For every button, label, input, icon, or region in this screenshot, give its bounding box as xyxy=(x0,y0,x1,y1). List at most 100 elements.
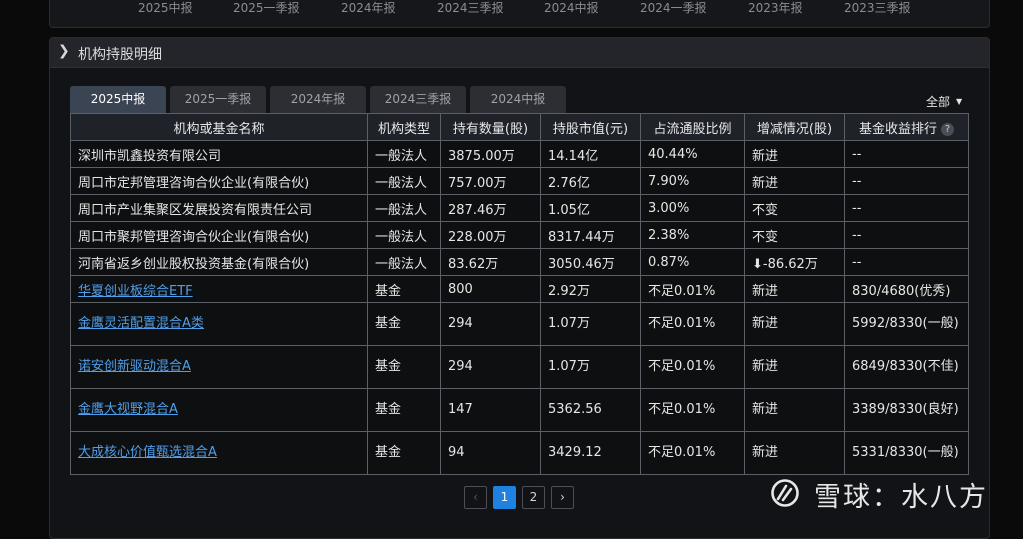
holding-qty: 294 xyxy=(440,345,541,389)
institution-type: 一般法人 xyxy=(367,248,441,276)
top-tab[interactable]: 2023三季报 xyxy=(844,0,911,16)
fund-name-cell: 华夏创业板综合ETF xyxy=(70,275,368,303)
holding-qty: 287.46万 xyxy=(440,194,541,222)
page-button-1[interactable]: 1 xyxy=(493,486,516,509)
previous-panel-tabs: 2025中报 2025一季报 2024年报 2024三季报 2024中报 202… xyxy=(50,0,989,15)
float-ratio: 3.00% xyxy=(640,194,745,222)
fund-rank: 830/4680(优秀) xyxy=(844,275,969,303)
holding-qty: 3875.00万 xyxy=(440,140,541,168)
institution-type: 基金 xyxy=(367,431,441,475)
institution-type: 一般法人 xyxy=(367,194,441,222)
holding-qty: 94 xyxy=(440,431,541,475)
watermark-text: 雪球：水八方 xyxy=(814,482,988,513)
change-status: 新进 xyxy=(744,302,845,346)
change-status: ⬇-86.62万 xyxy=(744,248,845,276)
filter-dropdown[interactable]: 全部 ▼ xyxy=(926,93,962,110)
change-amount: -86.62万 xyxy=(762,256,818,272)
fund-name-cell: 诺安创新驱动混合A xyxy=(70,345,368,389)
change-status: 不变 xyxy=(744,221,845,249)
next-page-button[interactable]: › xyxy=(551,486,574,509)
change-status: 新进 xyxy=(744,140,845,168)
fund-name-link[interactable]: 金鹰灵活配置混合A类 xyxy=(78,316,204,331)
float-ratio: 不足0.01% xyxy=(640,275,745,303)
tab-2024-annual[interactable]: 2024年报 xyxy=(270,86,366,113)
change-status: 新进 xyxy=(744,275,845,303)
table-row: 大成核心价值甄选混合A 基金 94 3429.12 不足0.01% 新进 533… xyxy=(70,431,969,475)
float-ratio: 7.90% xyxy=(640,167,745,195)
institution-holdings-panel: ❯ 机构持股明细 2025中报 2025一季报 2024年报 2024三季报 2… xyxy=(49,37,990,539)
fund-rank: 5331/8330(一般) xyxy=(844,431,969,475)
float-ratio: 不足0.01% xyxy=(640,345,745,389)
fund-name-cell: 金鹰灵活配置混合A类 xyxy=(70,302,368,346)
holding-value: 2.76亿 xyxy=(540,167,641,195)
holding-qty: 294 xyxy=(440,302,541,346)
xueqiu-logo-icon xyxy=(771,479,799,507)
institution-type: 一般法人 xyxy=(367,140,441,168)
holding-value: 3429.12 xyxy=(540,431,641,475)
col-header-change: 增减情况(股) xyxy=(744,113,845,141)
change-status: 新进 xyxy=(744,345,845,389)
table-row: 华夏创业板综合ETF 基金 800 2.92万 不足0.01% 新进 830/4… xyxy=(70,275,969,303)
fund-rank: -- xyxy=(844,167,969,195)
table-row: 周口市聚邦管理咨询合伙企业(有限合伙) 一般法人 228.00万 8317.44… xyxy=(70,221,969,249)
institution-type: 基金 xyxy=(367,345,441,389)
table-row: 深圳市凯鑫投资有限公司 一般法人 3875.00万 14.14亿 40.44% … xyxy=(70,140,969,168)
fund-name-link[interactable]: 大成核心价值甄选混合A xyxy=(78,445,217,460)
top-tab[interactable]: 2024年报 xyxy=(341,0,396,16)
col-header-name: 机构或基金名称 xyxy=(70,113,368,141)
holding-value: 5362.56 xyxy=(540,388,641,432)
institution-type: 基金 xyxy=(367,275,441,303)
arrow-down-icon: ⬇ xyxy=(752,256,763,272)
caret-down-icon: ▼ xyxy=(956,97,963,106)
fund-rank: 5992/8330(一般) xyxy=(844,302,969,346)
holding-value: 14.14亿 xyxy=(540,140,641,168)
holding-value: 1.05亿 xyxy=(540,194,641,222)
prev-page-button[interactable]: ‹ xyxy=(464,486,487,509)
holding-qty: 228.00万 xyxy=(440,221,541,249)
holding-qty: 757.00万 xyxy=(440,167,541,195)
fund-name-link[interactable]: 金鹰大视野混合A xyxy=(78,402,178,417)
holding-qty: 83.62万 xyxy=(440,248,541,276)
float-ratio: 不足0.01% xyxy=(640,431,745,475)
top-tab[interactable]: 2025中报 xyxy=(138,0,193,16)
change-status: 新进 xyxy=(744,388,845,432)
top-tab[interactable]: 2024中报 xyxy=(544,0,599,16)
col-header-ratio: 占流通股比例 xyxy=(640,113,745,141)
page-button-2[interactable]: 2 xyxy=(522,486,545,509)
panel-header: ❯ 机构持股明细 xyxy=(50,38,989,68)
tab-2025-q1[interactable]: 2025一季报 xyxy=(170,86,266,113)
top-tab[interactable]: 2023年报 xyxy=(748,0,803,16)
tab-2025-interim[interactable]: 2025中报 xyxy=(70,86,166,113)
tab-2024-q3[interactable]: 2024三季报 xyxy=(370,86,466,113)
float-ratio: 不足0.01% xyxy=(640,302,745,346)
table-row: 河南省返乡创业股权投资基金(有限合伙) 一般法人 83.62万 3050.46万… xyxy=(70,248,969,276)
fund-name-link[interactable]: 华夏创业板综合ETF xyxy=(78,284,193,299)
col-header-value: 持股市值(元) xyxy=(540,113,641,141)
col-header-qty: 持有数量(股) xyxy=(440,113,541,141)
fund-name-cell: 大成核心价值甄选混合A xyxy=(70,431,368,475)
holding-value: 2.92万 xyxy=(540,275,641,303)
fund-rank: -- xyxy=(844,140,969,168)
holding-value: 1.07万 xyxy=(540,302,641,346)
float-ratio: 0.87% xyxy=(640,248,745,276)
institution-name: 河南省返乡创业股权投资基金(有限合伙) xyxy=(70,248,368,276)
fund-name-link[interactable]: 诺安创新驱动混合A xyxy=(78,359,191,374)
tab-2024-interim[interactable]: 2024中报 xyxy=(470,86,566,113)
filter-label: 全部 xyxy=(926,95,951,109)
holding-value: 1.07万 xyxy=(540,345,641,389)
change-status: 新进 xyxy=(744,167,845,195)
previous-panel-strip: 2025中报 2025一季报 2024年报 2024三季报 2024中报 202… xyxy=(49,0,990,28)
top-tab[interactable]: 2025一季报 xyxy=(233,0,300,16)
col-header-rank: 基金收益排行? xyxy=(844,113,969,141)
float-ratio: 2.38% xyxy=(640,221,745,249)
holding-value: 8317.44万 xyxy=(540,221,641,249)
holding-value: 3050.46万 xyxy=(540,248,641,276)
col-header-rank-label: 基金收益排行 xyxy=(858,121,937,137)
top-tab[interactable]: 2024一季报 xyxy=(640,0,707,16)
chevron-right-icon: ❯ xyxy=(58,43,70,59)
help-icon[interactable]: ? xyxy=(941,122,954,136)
top-tab[interactable]: 2024三季报 xyxy=(437,0,504,16)
col-header-type: 机构类型 xyxy=(367,113,441,141)
float-ratio: 不足0.01% xyxy=(640,388,745,432)
holdings-table: 机构或基金名称 机构类型 持有数量(股) 持股市值(元) 占流通股比例 增减情况… xyxy=(70,113,969,475)
